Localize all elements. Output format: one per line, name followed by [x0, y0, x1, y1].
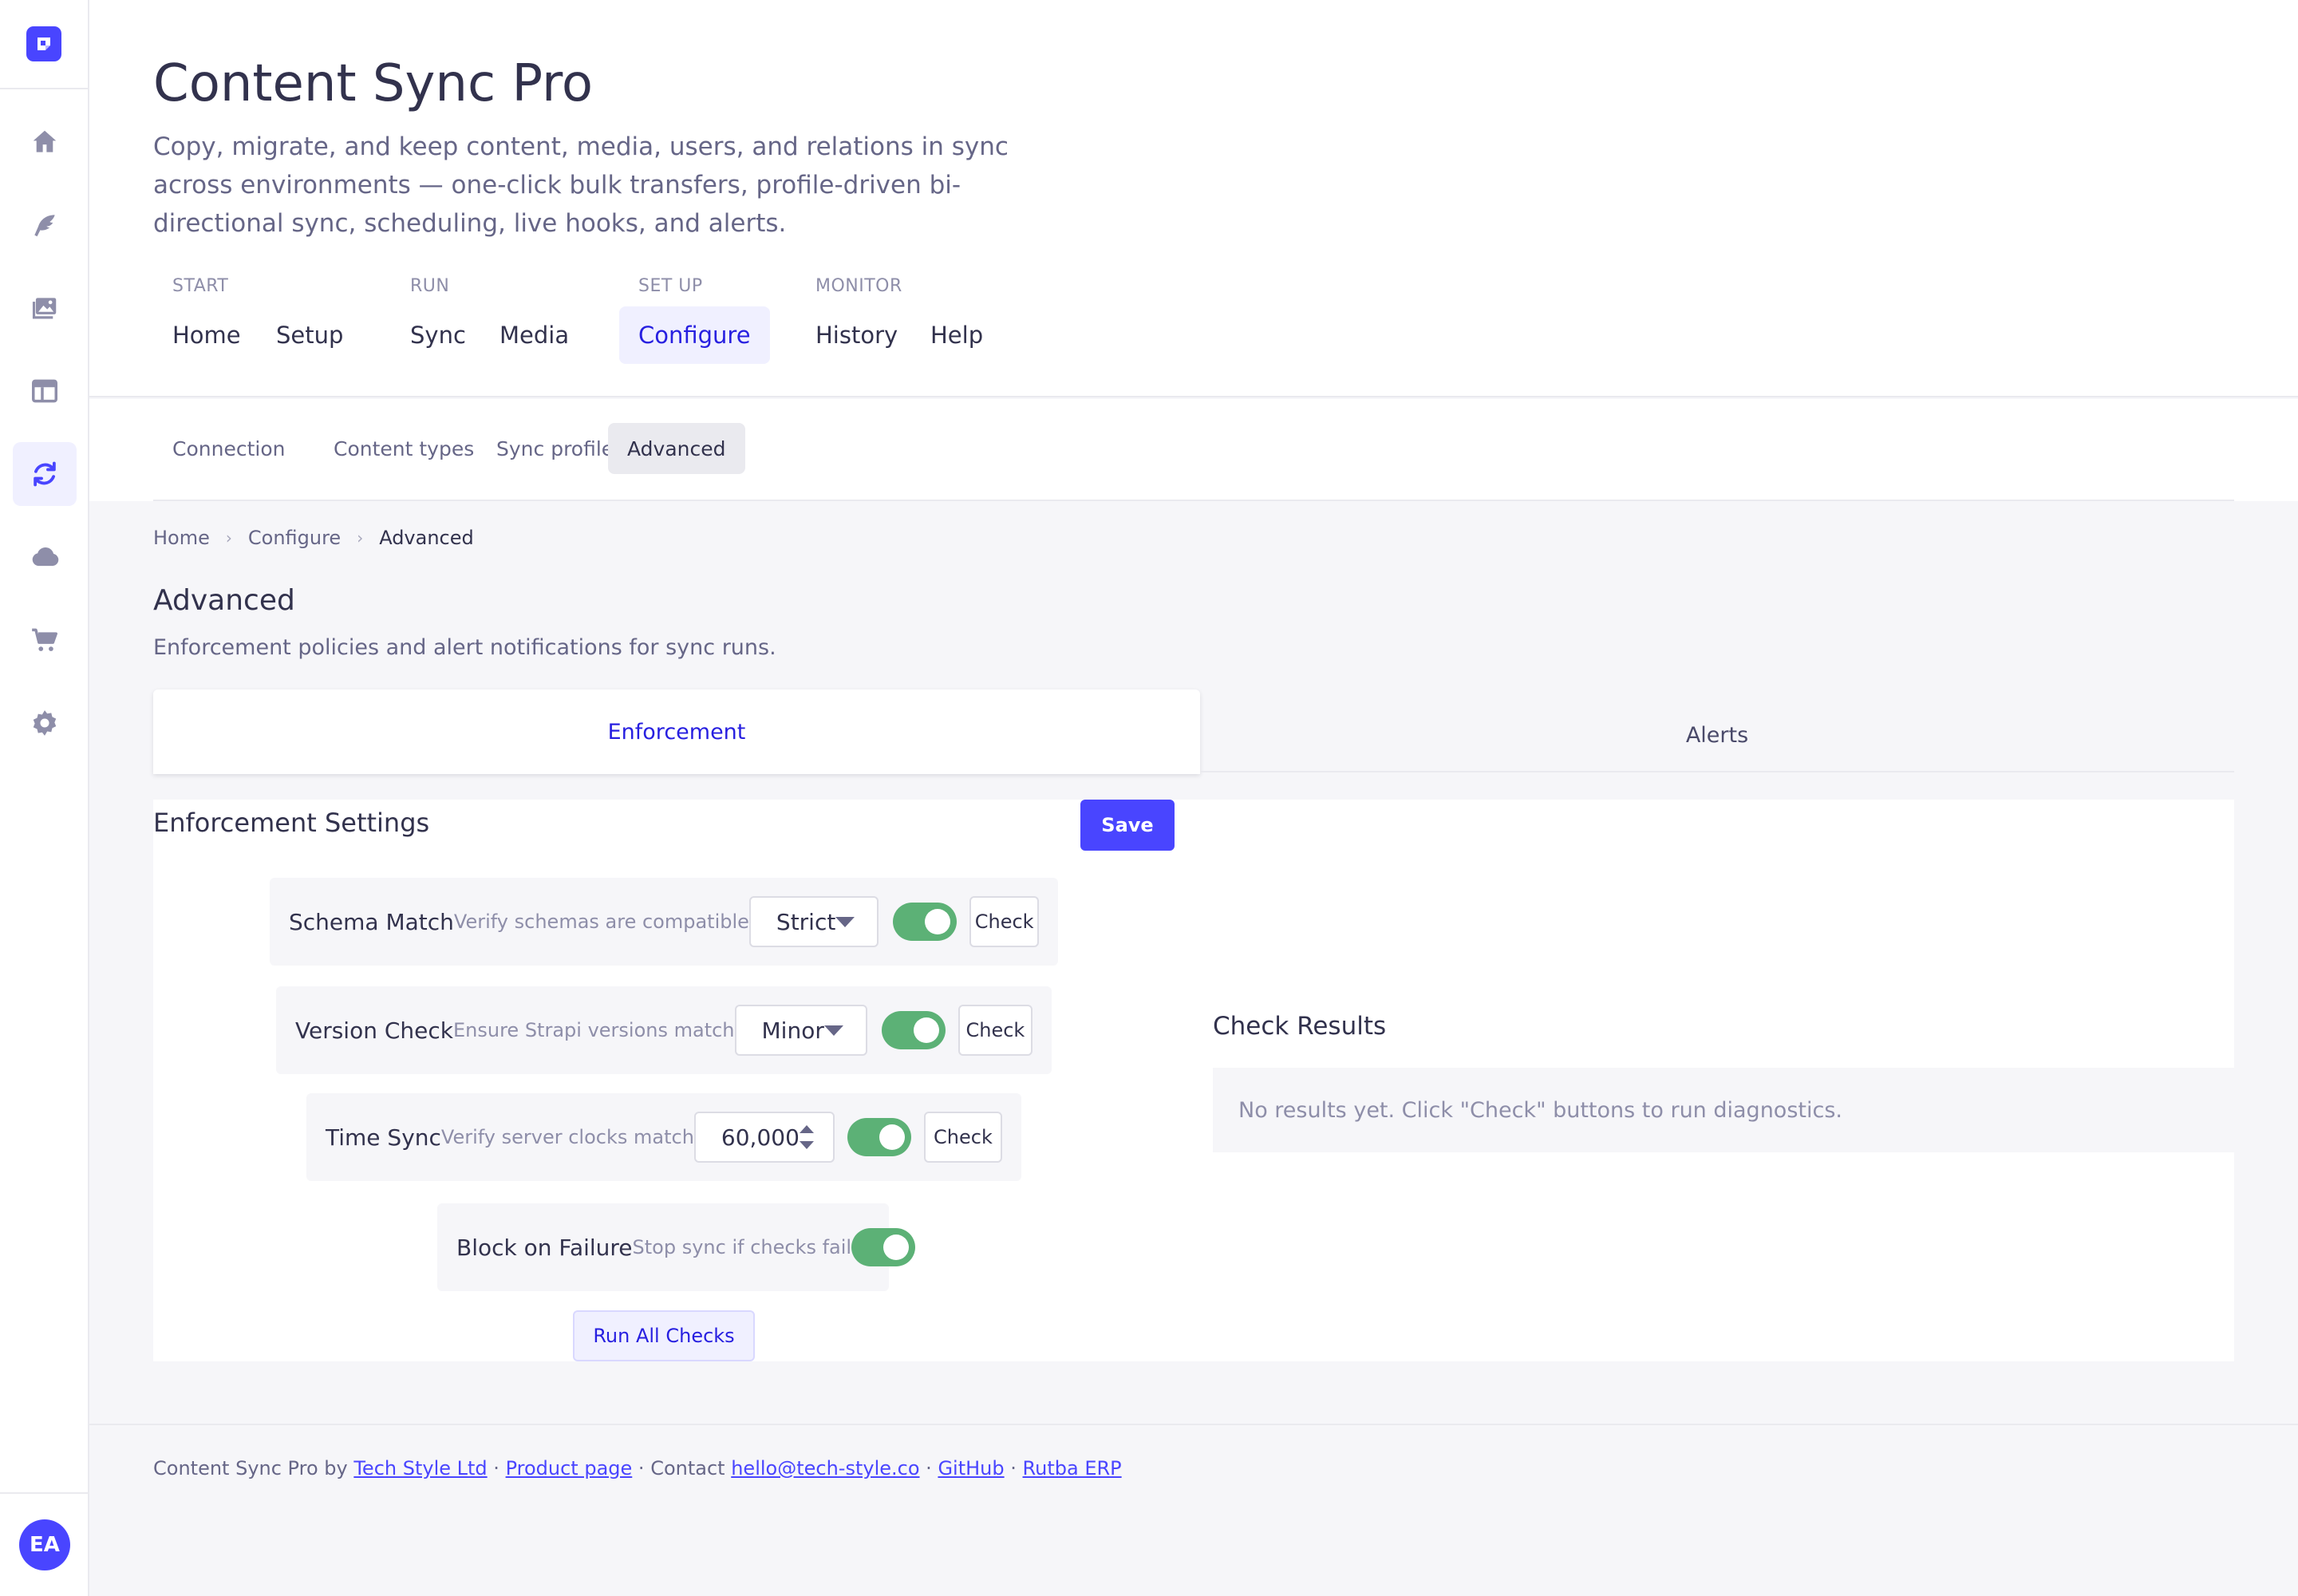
block-on-failure-label: Block on Failure [456, 1234, 633, 1261]
media-library-icon[interactable] [13, 276, 77, 340]
time-sync-check-button[interactable]: Check [923, 1112, 1002, 1163]
nav-link-help[interactable]: Help [911, 306, 1002, 364]
nav-link-home[interactable]: Home [153, 306, 260, 364]
version-check-select[interactable]: Minor [734, 1005, 867, 1056]
check-results-box: No results yet. Click "Check" buttons to… [1213, 1068, 2234, 1152]
breadcrumb: Home › Configure › Advanced [153, 527, 474, 549]
chevron-right-icon: › [357, 528, 364, 547]
stepper-icon[interactable] [799, 1125, 814, 1149]
version-check-row: Version Check Ensure Strapi versions mat… [276, 986, 1052, 1074]
breadcrumb-advanced: Advanced [379, 527, 474, 549]
footer-rutba-link[interactable]: Rutba ERP [1023, 1457, 1122, 1479]
chevron-right-icon: › [225, 528, 232, 547]
footer-github-link[interactable]: GitHub [938, 1457, 1004, 1479]
nav-link-media[interactable]: Media [480, 306, 588, 364]
schema-match-hint: Verify schemas are compatible [453, 911, 749, 933]
nav-group-run: RUN [410, 276, 450, 296]
subtab-content-types[interactable]: Content types [314, 423, 493, 474]
user-avatar[interactable]: EA [19, 1519, 70, 1570]
version-check-toggle[interactable] [881, 1011, 946, 1049]
feather-icon[interactable] [13, 193, 77, 257]
subtabs-bar: Connection Content types Sync profiles A… [89, 399, 2298, 501]
schema-match-label: Schema Match [289, 908, 454, 935]
footer-prefix: Content Sync Pro by [153, 1457, 348, 1479]
sidebar-footer: EA [0, 1492, 89, 1596]
schema-match-row: Schema Match Verify schemas are compatib… [270, 878, 1058, 966]
caret-down-icon [823, 1025, 843, 1036]
cart-icon[interactable] [13, 608, 77, 672]
schema-match-select-value: Strict [776, 908, 836, 935]
time-sync-value: 60,000 [721, 1124, 800, 1151]
enforcement-title: Enforcement Settings [153, 808, 430, 838]
section-description: Enforcement policies and alert notificat… [153, 635, 776, 660]
section-title: Advanced [153, 584, 295, 617]
nav-link-history[interactable]: History [796, 306, 917, 364]
subtab-connection[interactable]: Connection [153, 423, 304, 474]
footer-product-page-link[interactable]: Product page [506, 1457, 633, 1479]
nav-group-monitor: MONITOR [815, 276, 902, 296]
schema-match-check-button[interactable]: Check [969, 896, 1039, 947]
footer-company-link[interactable]: Tech Style Ltd [353, 1457, 487, 1479]
home-icon[interactable] [13, 110, 77, 174]
footer-divider [89, 1424, 2298, 1425]
footer-separator: · [493, 1457, 499, 1479]
footer-email-link[interactable]: hello@tech-style.co [731, 1457, 919, 1479]
breadcrumb-home[interactable]: Home [153, 527, 210, 549]
layout-icon[interactable] [13, 359, 77, 423]
version-check-label: Version Check [295, 1017, 453, 1044]
time-sync-input[interactable]: 60,000 [693, 1112, 835, 1163]
tab-alerts[interactable]: Alerts [1200, 699, 2234, 772]
schema-match-toggle[interactable] [893, 903, 958, 941]
page-description: Copy, migrate, and keep content, media, … [153, 132, 1009, 238]
cloud-icon[interactable] [13, 525, 77, 589]
nav-link-configure[interactable]: Configure [619, 306, 770, 364]
enforcement-panel: Enforcement Settings Save Schema Match V… [153, 800, 2234, 1361]
nav-group-start: START [172, 276, 229, 296]
logo-area [0, 0, 88, 89]
time-sync-toggle[interactable] [847, 1118, 911, 1156]
version-check-button[interactable]: Check [958, 1005, 1033, 1056]
time-sync-row: Time Sync Verify server clocks match 60,… [306, 1093, 1021, 1181]
nav-link-sync[interactable]: Sync [391, 306, 485, 364]
version-check-select-value: Minor [761, 1017, 824, 1044]
sidebar: EA [0, 0, 89, 1596]
save-button[interactable]: Save [1080, 800, 1175, 851]
nav-link-setup[interactable]: Setup [257, 306, 362, 364]
breadcrumb-configure[interactable]: Configure [248, 527, 341, 549]
time-sync-hint: Verify server clocks match [440, 1126, 694, 1148]
tab-enforcement[interactable]: Enforcement [153, 689, 1200, 774]
block-on-failure-hint: Stop sync if checks fail [632, 1236, 852, 1258]
caret-down-icon [835, 916, 855, 927]
block-on-failure-row: Block on Failure Stop sync if checks fai… [437, 1203, 916, 1291]
nav-group-setup: SET UP [638, 276, 703, 296]
settings-icon[interactable] [13, 691, 77, 755]
footer-separator: · [1010, 1457, 1017, 1479]
version-check-hint: Ensure Strapi versions match [453, 1019, 735, 1041]
check-results-title: Check Results [1213, 1012, 1387, 1041]
footer-separator: · [926, 1457, 932, 1479]
page-header: Content Sync Pro Copy, migrate, and keep… [89, 0, 2298, 397]
schema-match-select[interactable]: Strict [748, 896, 879, 947]
run-all-checks-button[interactable]: Run All Checks [573, 1310, 755, 1361]
page-title: Content Sync Pro [153, 54, 593, 113]
app-logo[interactable] [26, 26, 61, 61]
time-sync-label: Time Sync [326, 1124, 441, 1151]
sync-icon[interactable] [13, 442, 77, 506]
footer-separator: · [638, 1457, 645, 1479]
subtab-advanced[interactable]: Advanced [608, 423, 745, 474]
footer: Content Sync Pro by Tech Style Ltd · Pro… [153, 1457, 1122, 1479]
block-on-failure-toggle[interactable] [851, 1228, 916, 1266]
footer-contact-label: Contact [650, 1457, 725, 1479]
subtabs-divider [153, 500, 2234, 501]
